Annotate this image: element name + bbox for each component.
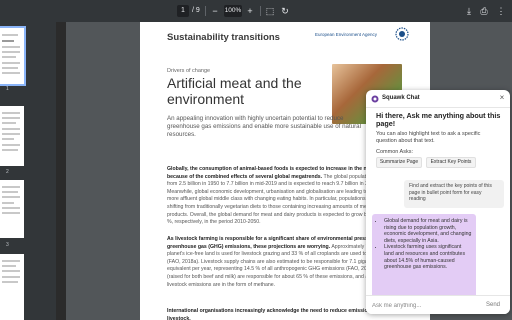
- page-thumbnail[interactable]: [0, 254, 24, 320]
- summarize-page-button[interactable]: Summarize Page: [376, 157, 422, 168]
- bot-bullet: Livestock farming uses significant land …: [384, 244, 472, 270]
- chat-greeting: Hi there, Ask me anything about this pag…: [376, 111, 501, 129]
- page-thumbnail[interactable]: [0, 106, 24, 166]
- print-icon[interactable]: ⎙: [477, 4, 491, 18]
- agency-logo-icon: [395, 27, 409, 41]
- paragraph-lead: International organisations increasingly…: [167, 308, 387, 320]
- toolbar-divider: [260, 6, 261, 16]
- section-kicker: Drivers of change: [167, 68, 211, 74]
- page-thumbnail[interactable]: [0, 26, 26, 86]
- close-icon[interactable]: ×: [497, 93, 507, 103]
- zoom-level-input[interactable]: 100%: [224, 5, 242, 17]
- page-number-input[interactable]: 1: [177, 5, 189, 17]
- chat-panel: Squawk Chat × Hi there, Ask me anything …: [366, 90, 510, 314]
- thumbnail-scrollbar[interactable]: [56, 22, 66, 320]
- toolbar-divider: [205, 6, 206, 16]
- download-icon[interactable]: ⤓: [462, 4, 476, 18]
- thumbnail-number: 1: [6, 86, 9, 92]
- chat-greeting-subtext: You can also highlight text to ask a spe…: [376, 131, 481, 144]
- zoom-in-button[interactable]: +: [243, 4, 257, 18]
- user-message: Find and extract the key points of this …: [404, 180, 504, 208]
- site-title: Sustainability transitions: [167, 32, 280, 43]
- intro-paragraph: An appealing innovation with highly unce…: [167, 115, 361, 139]
- extract-key-points-button[interactable]: Extract Key Points: [426, 157, 476, 168]
- page-heading: Artificial meat and the environment: [167, 75, 302, 107]
- pdf-toolbar: 1 / 9 − 100% + ⬚ ↻ ⤓ ⎙ ⋮: [0, 0, 512, 22]
- thumbnail-number: 2: [6, 169, 9, 175]
- more-options-icon[interactable]: ⋮: [494, 4, 508, 18]
- common-asks-label: Common Asks:: [376, 149, 413, 155]
- chat-title: Squawk Chat: [382, 95, 420, 101]
- zoom-out-button[interactable]: −: [208, 4, 222, 18]
- chat-input[interactable]: [372, 300, 476, 311]
- send-button[interactable]: Send: [482, 300, 504, 311]
- thumbnail-number: 3: [6, 242, 9, 248]
- page-thumbnail[interactable]: [0, 180, 24, 238]
- chat-input-bar: Send: [366, 295, 510, 314]
- bot-message: Global demand for meat and dairy is risi…: [372, 214, 476, 298]
- fit-page-icon[interactable]: ⬚: [263, 4, 277, 18]
- bot-bullet: Global demand for meat and dairy is risi…: [384, 218, 472, 244]
- page-total: / 9: [192, 7, 200, 14]
- agency-name: European Environment Agency: [315, 32, 378, 37]
- chat-header: Squawk Chat ×: [366, 90, 510, 108]
- thumbnail-sidebar: 1 2 3: [0, 22, 56, 320]
- chat-logo-icon: [371, 95, 379, 103]
- rotate-icon[interactable]: ↻: [278, 4, 292, 18]
